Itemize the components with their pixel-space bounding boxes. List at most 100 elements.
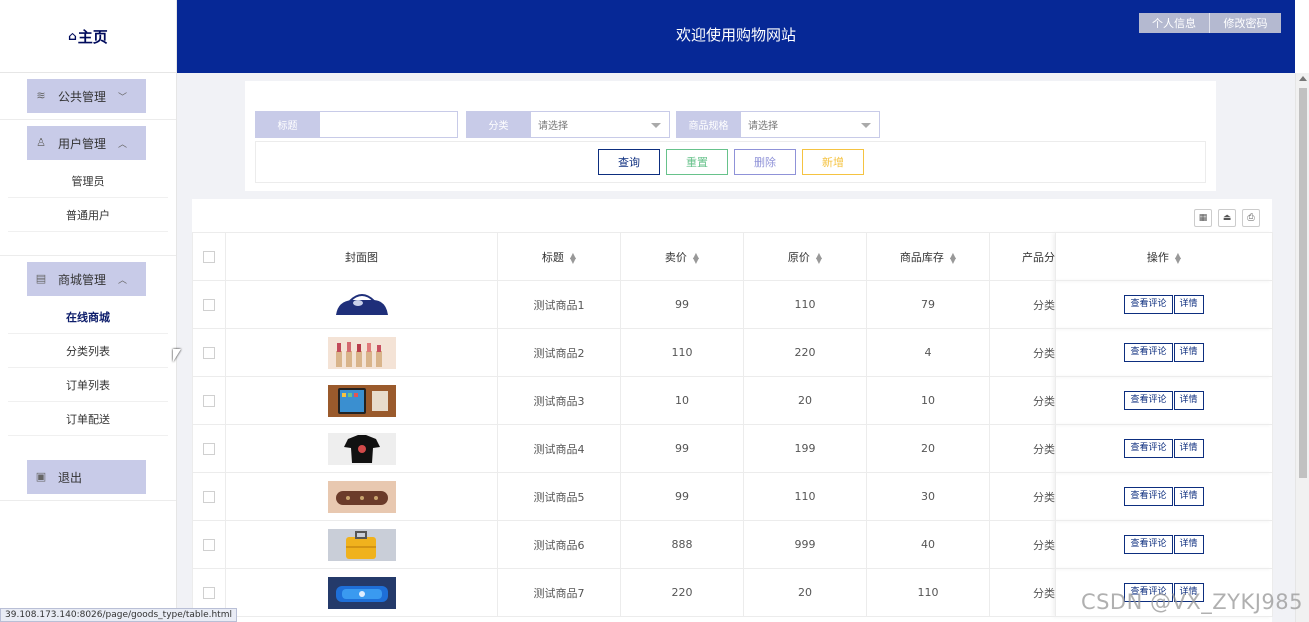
table-row[interactable]: 测试商品1 99 110 79 分类 查看评论 详情: [192, 280, 1273, 329]
row-select-cell: [192, 424, 226, 473]
sidebar-item-online-mall[interactable]: 在线商城: [8, 300, 168, 334]
cover-cell: [225, 520, 498, 569]
chevron-up-icon: ︿: [118, 139, 128, 150]
details-button[interactable]: 详情: [1173, 487, 1204, 506]
table-row[interactable]: 测试商品2 110 220 4 分类 查看评论 详情: [192, 328, 1273, 377]
original-price-cell: 20: [743, 568, 867, 617]
change-password-button[interactable]: 修改密码: [1210, 13, 1281, 33]
col-price[interactable]: 卖价 ▲ ▼: [620, 232, 744, 281]
row-checkbox[interactable]: [203, 491, 215, 503]
col-title[interactable]: 标题 ▲ ▼: [497, 232, 621, 281]
view-comments-button[interactable]: 查看评论: [1124, 343, 1173, 362]
sort-icon: ▲ ▼: [692, 250, 700, 265]
scroll-up-icon[interactable]: [1299, 76, 1307, 81]
cover-cell: [225, 568, 498, 617]
table-header-row: 封面图 标题 ▲ ▼ 卖价 ▲ ▼ 原价 ▲ ▼ 商品库存 ▲ ▼ 产品分 操作 ▲ ▼: [192, 232, 1273, 281]
table-row[interactable]: 测试商品5 99 110 30 分类 查看评论 详情: [192, 472, 1273, 521]
sidebar-item-category-list[interactable]: 分类列表: [8, 334, 168, 368]
scrollbar-thumb[interactable]: [1299, 88, 1307, 478]
cover-cell: [225, 280, 498, 329]
product-image: [327, 528, 396, 561]
cover-cell: [225, 376, 498, 425]
title-cell: 测试商品7: [497, 568, 621, 617]
category-select[interactable]: 请选择: [531, 111, 670, 138]
menu-user-management[interactable]: ♙ 用户管理 ︿: [27, 126, 146, 160]
table-row[interactable]: 测试商品4 99 199 20 分类 查看评论 详情: [192, 424, 1273, 473]
details-button[interactable]: 详情: [1173, 295, 1204, 314]
vertical-scrollbar[interactable]: [1295, 73, 1309, 622]
view-comments-button[interactable]: 查看评论: [1124, 391, 1173, 410]
row-select-cell: [192, 328, 226, 377]
view-comments-button[interactable]: 查看评论: [1124, 439, 1173, 458]
price-cell: 99: [620, 472, 744, 521]
product-image: [327, 336, 396, 369]
menu-public-management[interactable]: ≋ 公共管理 ﹀: [27, 79, 146, 113]
stock-cell: 10: [866, 376, 990, 425]
row-checkbox[interactable]: [203, 347, 215, 359]
query-button[interactable]: 查询: [598, 149, 660, 175]
category-cell: 分类: [989, 280, 1056, 329]
add-button[interactable]: 新增: [802, 149, 864, 175]
sidebar-item-order-delivery[interactable]: 订单配送: [8, 402, 168, 436]
actions-cell: 查看评论 详情: [1055, 328, 1273, 377]
stock-cell: 110: [866, 568, 990, 617]
original-price-cell: 999: [743, 520, 867, 569]
layers-icon: ≋: [36, 89, 46, 102]
view-comments-button[interactable]: 查看评论: [1124, 487, 1173, 506]
row-select-cell: [192, 520, 226, 569]
view-comments-button[interactable]: 查看评论: [1124, 535, 1173, 554]
row-checkbox[interactable]: [203, 299, 215, 311]
category-cell: 分类: [989, 376, 1056, 425]
menu-mall-management[interactable]: ▤ 商城管理 ︿: [27, 262, 146, 296]
details-button[interactable]: 详情: [1173, 391, 1204, 410]
category-field: 分类 请选择: [466, 111, 670, 138]
row-checkbox[interactable]: [203, 587, 215, 599]
columns-icon[interactable]: ▦: [1194, 209, 1212, 227]
sidebar-item-admin[interactable]: 管理员: [8, 164, 168, 198]
dropdown-caret-icon: [651, 123, 661, 128]
category-cell: 分类: [989, 472, 1056, 521]
profile-button[interactable]: 个人信息: [1139, 13, 1210, 33]
original-price-cell: 20: [743, 376, 867, 425]
col-original-price[interactable]: 原价 ▲ ▼: [743, 232, 867, 281]
details-button[interactable]: 详情: [1173, 439, 1204, 458]
category-placeholder: 请选择: [538, 121, 568, 132]
export-icon[interactable]: ⏏: [1218, 209, 1236, 227]
details-button[interactable]: 详情: [1173, 343, 1204, 362]
row-select-cell: [192, 472, 226, 521]
price-cell: 110: [620, 328, 744, 377]
row-checkbox[interactable]: [203, 395, 215, 407]
stock-cell: 79: [866, 280, 990, 329]
col-stock[interactable]: 商品库存 ▲ ▼: [866, 232, 990, 281]
row-checkbox[interactable]: [203, 443, 215, 455]
table-toolbar: ▦ ⏏ ⎙: [1194, 209, 1260, 227]
sidebar-item-users[interactable]: 普通用户: [8, 198, 168, 232]
details-button[interactable]: 详情: [1173, 535, 1204, 554]
home-link[interactable]: ⌂ 主页: [0, 0, 176, 73]
original-price-cell: 220: [743, 328, 867, 377]
select-all-checkbox[interactable]: [203, 251, 215, 263]
reset-button[interactable]: 重置: [666, 149, 728, 175]
sidebar-item-order-list[interactable]: 订单列表: [8, 368, 168, 402]
sort-icon: ▲ ▼: [1174, 250, 1182, 265]
menu-label: 商城管理: [58, 272, 107, 287]
view-comments-button[interactable]: 查看评论: [1124, 295, 1173, 314]
select-all-cell: [192, 232, 226, 281]
table-row[interactable]: 测试商品3 10 20 10 分类 查看评论 详情: [192, 376, 1273, 425]
cover-cell: [225, 472, 498, 521]
category-cell: 分类: [989, 328, 1056, 377]
product-image: [327, 480, 396, 513]
print-icon[interactable]: ⎙: [1242, 209, 1260, 227]
title-cell: 测试商品3: [497, 376, 621, 425]
spec-select[interactable]: 请选择: [741, 111, 880, 138]
title-input[interactable]: [320, 111, 458, 138]
cover-cell: [225, 328, 498, 377]
delete-button[interactable]: 删除: [734, 149, 796, 175]
row-checkbox[interactable]: [203, 539, 215, 551]
col-actions: 操作 ▲ ▼: [1055, 232, 1273, 281]
action-bar: 查询 重置 删除 新增: [255, 141, 1206, 183]
table-row[interactable]: 测试商品6 888 999 40 分类 查看评论 详情: [192, 520, 1273, 569]
sort-icon: ▲ ▼: [815, 250, 823, 265]
grid-icon: ▤: [35, 272, 47, 285]
logout-button[interactable]: ▣ 退出: [27, 460, 146, 494]
